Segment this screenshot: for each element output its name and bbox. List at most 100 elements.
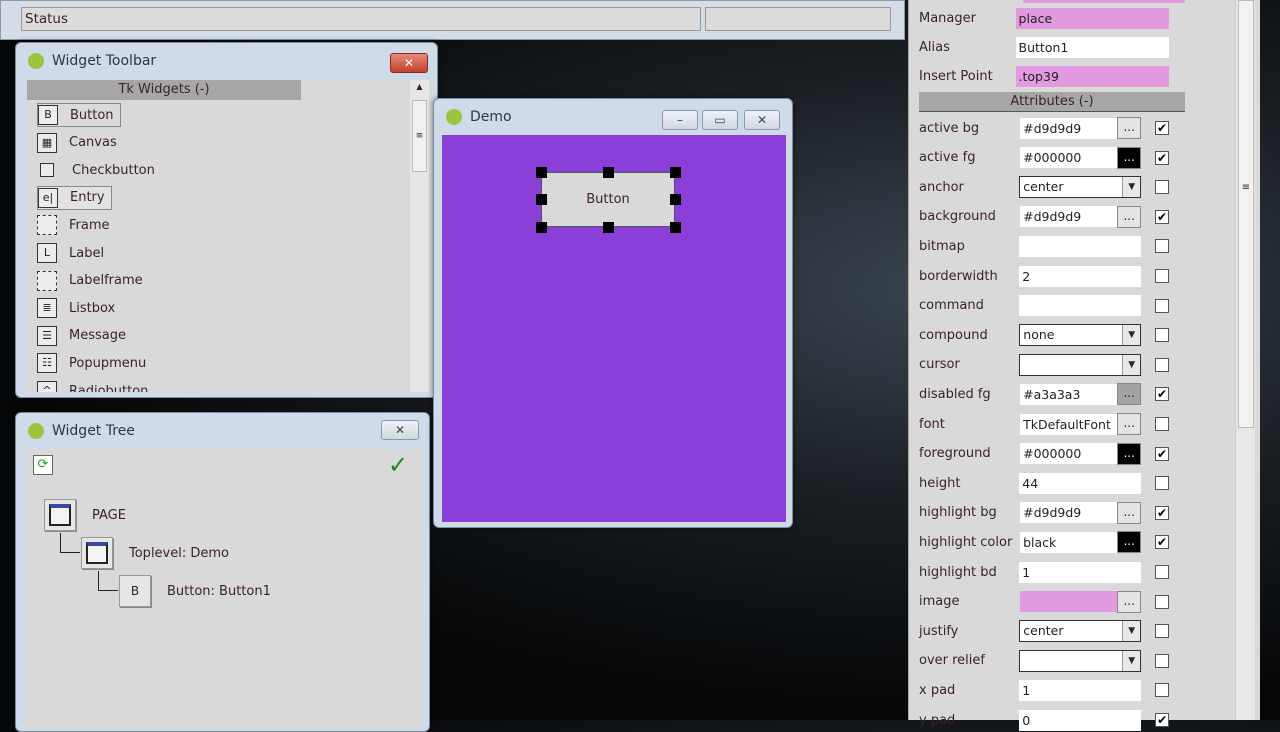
widget-item-radiobutton[interactable]: ^ Radiobutton <box>37 379 148 392</box>
y-pad-checkbox[interactable]: ✔ <box>1155 713 1169 727</box>
manager-field[interactable]: place <box>1015 7 1169 29</box>
highlight-color-field[interactable]: black <box>1020 531 1118 553</box>
over-relief-checkbox[interactable] <box>1155 653 1169 668</box>
cursor-checkbox[interactable] <box>1155 357 1169 372</box>
foreground-field[interactable]: #000000 <box>1020 443 1118 465</box>
foreground-checkbox[interactable]: ✔ <box>1155 446 1169 461</box>
widget-item-popupmenu[interactable]: ☷ Popupmenu <box>37 351 146 375</box>
demo-canvas[interactable]: Button <box>442 135 786 522</box>
resize-handle[interactable] <box>603 167 614 178</box>
active-bg-picker-button[interactable]: ... <box>1117 117 1142 139</box>
compound-dropdown[interactable]: none ▼ <box>1019 324 1142 347</box>
disabled-fg-picker-button[interactable]: ... <box>1117 383 1142 406</box>
borderwidth-field[interactable]: 2 <box>1019 265 1142 287</box>
bitmap-field[interactable] <box>1019 235 1142 257</box>
widget-item-label[interactable]: L Label <box>37 241 104 265</box>
foreground-picker-button[interactable]: ... <box>1117 442 1142 465</box>
widget-item-entry[interactable]: e| Entry <box>37 185 112 210</box>
x-pad-checkbox[interactable] <box>1155 683 1169 698</box>
highlight-color-picker-button[interactable]: ... <box>1117 531 1142 554</box>
tree-node-page[interactable]: PAGE <box>44 499 126 531</box>
highlight-color-checkbox[interactable]: ✔ <box>1155 535 1169 550</box>
font-field[interactable]: TkDefaultFont <box>1020 413 1118 435</box>
background-picker-button[interactable]: ... <box>1117 205 1142 228</box>
widget-item-checkbutton[interactable]: Checkbutton <box>37 158 155 182</box>
widget-item-message[interactable]: ☰ Message <box>37 324 126 348</box>
compound-checkbox[interactable] <box>1155 328 1169 343</box>
widget-item-listbox[interactable]: ≣ Listbox <box>37 296 115 320</box>
justify-checkbox[interactable] <box>1155 624 1169 639</box>
disabled-fg-field[interactable]: #a3a3a3 <box>1020 383 1118 405</box>
section-header-tk-widgets[interactable]: Tk Widgets (-) <box>27 80 301 100</box>
close-button[interactable]: ✕ <box>744 110 780 130</box>
disabled-fg-checkbox[interactable]: ✔ <box>1155 387 1169 402</box>
widget-item-canvas[interactable]: ▦ Canvas <box>37 131 117 155</box>
active-bg-checkbox[interactable]: ✔ <box>1155 121 1169 135</box>
highlight-bd-checkbox[interactable] <box>1155 565 1169 579</box>
borderwidth-checkbox[interactable] <box>1155 269 1169 283</box>
background-field[interactable]: #d9d9d9 <box>1020 206 1118 228</box>
refresh-icon[interactable]: ⟳ <box>33 455 53 475</box>
resize-handle[interactable] <box>603 222 614 233</box>
widget-toolbar-titlebar[interactable]: Widget Toolbar <box>16 43 437 79</box>
demo-button-widget[interactable]: Button <box>541 172 675 227</box>
demo-titlebar[interactable]: Demo <box>434 99 792 135</box>
active-bg-field[interactable]: #d9d9d9 <box>1020 117 1118 139</box>
cursor-dropdown[interactable]: ▼ <box>1019 353 1142 376</box>
scroll-thumb[interactable]: ≡ <box>1238 0 1254 428</box>
scroll-thumb[interactable]: ≡ <box>412 100 427 172</box>
widget-item-labelframe[interactable]: Labelframe <box>37 269 143 293</box>
x-pad-field[interactable]: 1 <box>1019 679 1142 701</box>
active-fg-checkbox[interactable]: ✔ <box>1155 150 1169 165</box>
font-checkbox[interactable] <box>1155 417 1169 431</box>
scrollbar[interactable]: ▲ ≡ <box>410 80 429 392</box>
chevron-down-icon[interactable]: ▼ <box>1122 650 1141 671</box>
anchor-checkbox[interactable] <box>1155 180 1169 195</box>
chevron-down-icon[interactable]: ▼ <box>1122 177 1141 198</box>
image-field[interactable] <box>1020 591 1118 613</box>
scroll-up-arrow[interactable]: ▲ <box>410 82 429 91</box>
active-fg-picker-button[interactable]: ... <box>1117 146 1142 169</box>
resize-handle[interactable] <box>536 194 547 205</box>
chevron-down-icon[interactable]: ▼ <box>1122 621 1141 642</box>
resize-handle[interactable] <box>670 167 681 178</box>
highlight-bd-field[interactable]: 1 <box>1019 561 1142 583</box>
insert-point-field[interactable]: .top39 <box>1015 65 1169 87</box>
resize-handle[interactable] <box>536 167 547 178</box>
scrollbar[interactable]: ≡ <box>1235 0 1255 720</box>
minimize-button[interactable]: – <box>662 110 698 130</box>
font-picker-button[interactable]: ... <box>1117 413 1142 435</box>
section-header-attributes[interactable]: Attributes (-) <box>919 92 1185 112</box>
chevron-down-icon[interactable]: ▼ <box>1122 354 1141 375</box>
chevron-down-icon[interactable]: ▼ <box>1122 325 1141 346</box>
image-picker-button[interactable]: ... <box>1117 590 1142 613</box>
anchor-dropdown[interactable]: center ▼ <box>1019 176 1142 199</box>
tree-node-toplevel[interactable]: Toplevel: Demo <box>81 537 229 569</box>
resize-handle[interactable] <box>670 194 681 205</box>
bitmap-checkbox[interactable] <box>1155 239 1169 254</box>
maximize-button[interactable]: ▭ <box>702 110 738 130</box>
resize-handle[interactable] <box>536 222 547 233</box>
widget-tree-titlebar[interactable]: Widget Tree <box>16 413 429 449</box>
highlight-bg-checkbox[interactable]: ✔ <box>1155 505 1169 520</box>
background-checkbox[interactable]: ✔ <box>1155 209 1169 224</box>
height-field[interactable]: 44 <box>1019 472 1142 494</box>
widget-item-button[interactable]: B Button <box>37 103 121 127</box>
justify-dropdown[interactable]: center ▼ <box>1019 620 1142 643</box>
image-checkbox[interactable] <box>1155 594 1169 609</box>
resize-handle[interactable] <box>670 222 681 233</box>
command-field[interactable] <box>1019 295 1142 317</box>
over-relief-dropdown[interactable]: ▼ <box>1019 649 1142 672</box>
close-button[interactable]: ✕ <box>390 53 428 73</box>
tree-node-button[interactable]: B Button: Button1 <box>119 575 271 607</box>
highlight-bg-field[interactable]: #d9d9d9 <box>1020 502 1118 524</box>
y-pad-field[interactable]: 0 <box>1019 709 1142 731</box>
widget-item-frame[interactable]: Frame <box>37 213 110 237</box>
alias-field[interactable]: Button1 <box>1015 36 1169 58</box>
command-checkbox[interactable] <box>1155 298 1169 313</box>
height-checkbox[interactable] <box>1155 476 1169 491</box>
close-button[interactable]: ✕ <box>381 420 419 440</box>
checkmark-icon[interactable]: ✓ <box>388 451 408 479</box>
highlight-bg-picker-button[interactable]: ... <box>1117 501 1142 524</box>
active-fg-field[interactable]: #000000 <box>1020 147 1118 169</box>
